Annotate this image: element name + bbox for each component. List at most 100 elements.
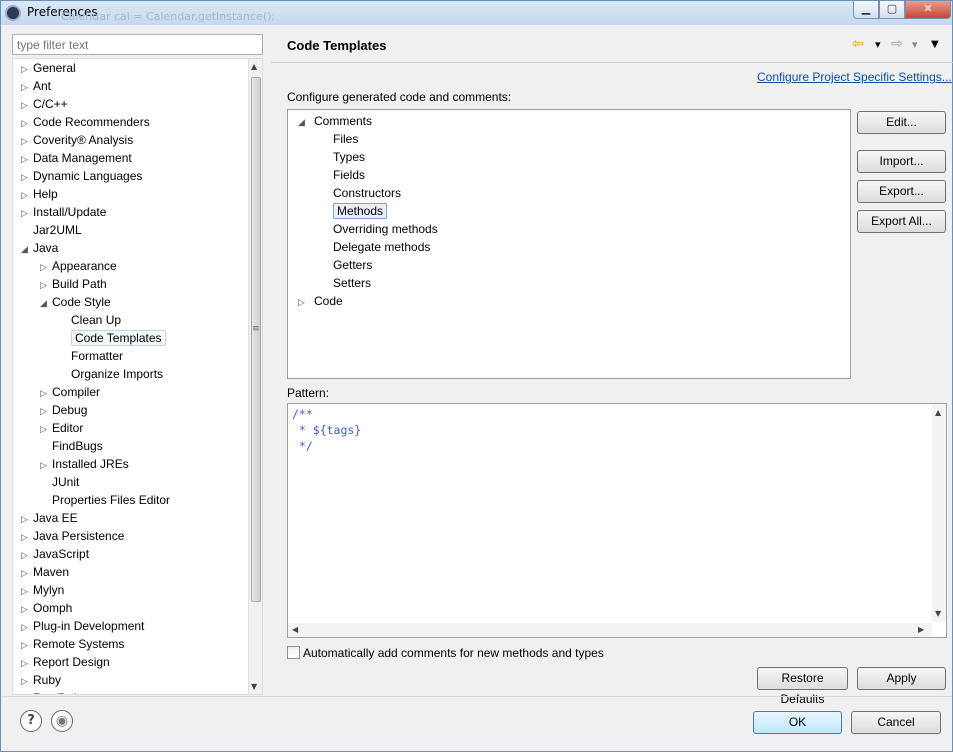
pattern-editor[interactable]: /** * ${tags} */ ▲ ▼ ◀ ▶ bbox=[287, 403, 947, 638]
tree-item[interactable]: ▷ Report Design bbox=[21, 653, 110, 671]
tree-item[interactable]: Properties Files Editor bbox=[40, 491, 170, 509]
collapsed-icon[interactable]: ▷ bbox=[21, 546, 33, 564]
tree-item[interactable]: ▷ Coverity® Analysis bbox=[21, 131, 133, 149]
scroll-left-icon[interactable]: ◀ bbox=[292, 625, 298, 634]
collapsed-icon[interactable]: ▷ bbox=[21, 78, 33, 96]
tree-item[interactable]: ▷ General bbox=[21, 59, 76, 77]
tree-item[interactable]: ▷ Build Path bbox=[40, 275, 107, 293]
tree-item[interactable]: ▷ Ant bbox=[21, 77, 51, 95]
tree-item[interactable]: JUnit bbox=[40, 473, 79, 491]
tree-item[interactable]: ▷ JavaScript bbox=[21, 545, 89, 563]
export-all-button[interactable]: Export All... bbox=[857, 210, 946, 233]
tree-item[interactable]: ▷ Java EE bbox=[21, 509, 78, 527]
collapsed-icon[interactable]: ▷ bbox=[21, 96, 33, 114]
collapsed-icon[interactable]: ▷ bbox=[21, 690, 33, 694]
template-item[interactable]: Overriding methods bbox=[333, 220, 438, 238]
tree-item[interactable]: Clean Up bbox=[59, 311, 121, 329]
template-item[interactable]: ◢ Comments bbox=[298, 112, 372, 130]
import-button[interactable]: Import... bbox=[857, 150, 946, 173]
auto-comment-checkbox[interactable] bbox=[287, 646, 300, 659]
maximize-button[interactable]: ▢ bbox=[879, 1, 905, 19]
export-button[interactable]: Export... bbox=[857, 180, 946, 203]
template-item[interactable]: Methods bbox=[333, 202, 388, 220]
tree-item[interactable]: ▷ Debug bbox=[40, 401, 87, 419]
collapsed-icon[interactable]: ▷ bbox=[21, 510, 33, 528]
tree-item[interactable]: FindBugs bbox=[40, 437, 103, 455]
collapsed-icon[interactable]: ▷ bbox=[21, 600, 33, 618]
collapsed-icon[interactable]: ▷ bbox=[21, 564, 33, 582]
collapsed-icon[interactable]: ▷ bbox=[21, 132, 33, 150]
view-menu-icon[interactable]: ▼ bbox=[931, 39, 939, 50]
template-item[interactable]: Types bbox=[333, 148, 365, 166]
tree-item[interactable]: ▷ Data Management bbox=[21, 149, 132, 167]
tree-item[interactable]: ▷ Code Recommenders bbox=[21, 113, 150, 131]
tree-item[interactable]: ▷ Install/Update bbox=[21, 203, 106, 221]
scroll-down-icon[interactable]: ▼ bbox=[251, 682, 257, 691]
tree-item[interactable]: Organize Imports bbox=[59, 365, 163, 383]
tree-item[interactable]: ▷ Oomph bbox=[21, 599, 72, 617]
ok-button[interactable]: OK bbox=[753, 711, 842, 734]
tree-item[interactable]: ▷ Installed JREs bbox=[40, 455, 129, 473]
collapsed-icon[interactable]: ▷ bbox=[21, 582, 33, 600]
collapsed-icon[interactable]: ▷ bbox=[21, 60, 33, 78]
tree-item[interactable]: ▷ Java Persistence bbox=[21, 527, 124, 545]
collapsed-icon[interactable]: ▷ bbox=[40, 384, 52, 402]
forward-menu-icon[interactable]: ▾ bbox=[912, 38, 918, 51]
pattern-hscrollbar[interactable]: ◀ ▶ bbox=[288, 623, 932, 637]
collapsed-icon[interactable]: ▷ bbox=[40, 402, 52, 420]
tree-item[interactable]: ▷ Editor bbox=[40, 419, 83, 437]
template-item[interactable]: Getters bbox=[333, 256, 372, 274]
collapsed-icon[interactable]: ▷ bbox=[298, 293, 314, 311]
record-macro-icon[interactable]: ◉ bbox=[51, 710, 73, 732]
scrollbar-thumb[interactable] bbox=[251, 77, 261, 602]
template-item[interactable]: Setters bbox=[333, 274, 371, 292]
template-item[interactable]: Fields bbox=[333, 166, 365, 184]
tree-item[interactable]: ◢ Code Style bbox=[40, 293, 111, 311]
collapsed-icon[interactable]: ▷ bbox=[40, 420, 52, 438]
tree-scrollbar[interactable]: ▲ ≡ ▼ bbox=[248, 59, 262, 694]
configure-project-link[interactable]: Configure Project Specific Settings... bbox=[757, 70, 952, 84]
collapsed-icon[interactable]: ▷ bbox=[21, 672, 33, 690]
forward-arrow-icon[interactable]: ⇨ bbox=[891, 36, 903, 52]
minimize-button[interactable]: ▁ bbox=[853, 1, 879, 19]
help-icon[interactable]: ? bbox=[20, 710, 42, 732]
tree-item[interactable]: ▷ Plug-in Development bbox=[21, 617, 144, 635]
tree-item[interactable]: ▷ Compiler bbox=[40, 383, 100, 401]
tree-item[interactable]: ▷ Maven bbox=[21, 563, 69, 581]
collapsed-icon[interactable]: ▷ bbox=[21, 168, 33, 186]
edit-button[interactable]: Edit... bbox=[857, 111, 946, 134]
collapsed-icon[interactable]: ▷ bbox=[21, 618, 33, 636]
expanded-icon[interactable]: ◢ bbox=[21, 240, 33, 258]
collapsed-icon[interactable]: ▷ bbox=[21, 528, 33, 546]
scroll-right-icon[interactable]: ▶ bbox=[918, 625, 924, 634]
template-item[interactable]: ▷ Code bbox=[298, 292, 343, 310]
back-arrow-icon[interactable]: ⇦ bbox=[852, 36, 864, 52]
tree-item[interactable]: Code Templates bbox=[59, 329, 166, 347]
collapsed-icon[interactable]: ▷ bbox=[21, 636, 33, 654]
tree-item[interactable]: ▷ Mylyn bbox=[21, 581, 64, 599]
scroll-up-icon[interactable]: ▲ bbox=[251, 62, 257, 71]
tree-item[interactable]: ▷ Appearance bbox=[40, 257, 117, 275]
cancel-button[interactable]: Cancel bbox=[851, 711, 941, 734]
collapsed-icon[interactable]: ▷ bbox=[40, 276, 52, 294]
filter-input[interactable] bbox=[12, 34, 263, 55]
back-menu-icon[interactable]: ▾ bbox=[875, 38, 881, 51]
template-item[interactable]: Files bbox=[333, 130, 358, 148]
tree-item[interactable]: ▷ Help bbox=[21, 185, 58, 203]
collapsed-icon[interactable]: ▷ bbox=[21, 204, 33, 222]
tree-item[interactable]: ▷ Remote Systems bbox=[21, 635, 124, 653]
collapsed-icon[interactable]: ▷ bbox=[21, 150, 33, 168]
scroll-up-icon[interactable]: ▲ bbox=[935, 408, 941, 417]
collapsed-icon[interactable]: ▷ bbox=[40, 456, 52, 474]
pattern-vscrollbar[interactable]: ▲ ▼ bbox=[932, 404, 946, 622]
tree-item[interactable]: Jar2UML bbox=[21, 221, 82, 239]
tree-item[interactable]: ▷ Dynamic Languages bbox=[21, 167, 142, 185]
tree-item[interactable]: ▷Run/Debug bbox=[21, 689, 94, 694]
tree-item[interactable]: ◢ Java bbox=[21, 239, 58, 257]
apply-button[interactable]: Apply bbox=[857, 667, 946, 690]
collapsed-icon[interactable]: ▷ bbox=[40, 258, 52, 276]
restore-defaults-button[interactable]: Restore Defaults bbox=[757, 667, 848, 706]
collapsed-icon[interactable]: ▷ bbox=[21, 186, 33, 204]
collapsed-icon[interactable]: ▷ bbox=[21, 654, 33, 672]
collapsed-icon[interactable]: ▷ bbox=[21, 114, 33, 132]
